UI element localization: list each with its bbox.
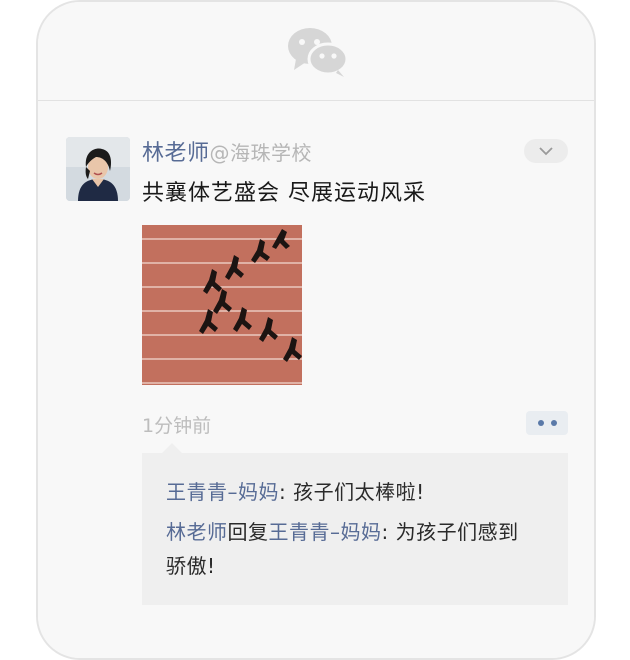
phone-frame: 林老师@海珠学校 共襄体艺盛会 尽展运动风采 1分钟前 王青青–妈妈: 孩子们太… [36,0,596,660]
wechat-icon [288,28,349,77]
author-name[interactable]: 林老师 [142,141,210,166]
reply-to-name[interactable]: 王青青–妈妈 [269,520,382,544]
more-dot-icon [537,420,544,426]
teacher-portrait-icon [66,137,130,201]
post-options-button[interactable] [524,139,568,163]
track-runners-photo [142,225,302,385]
chevron-down-icon [539,146,553,155]
comments-caret [162,443,182,453]
comment-item[interactable]: 王青青–妈妈: 孩子们太棒啦! [166,475,546,509]
comment-author[interactable]: 王青青–妈妈 [166,480,279,504]
more-dot-icon [550,420,557,426]
post-image[interactable] [142,225,302,385]
like-comment-button[interactable] [526,411,568,435]
moment-post: 林老师@海珠学校 共襄体艺盛会 尽展运动风采 1分钟前 王青青–妈妈: 孩子们太… [38,101,594,658]
comment-separator: : [381,520,396,544]
comment-author[interactable]: 林老师 [166,520,228,544]
post-time: 1分钟前 [142,415,212,437]
reply-word: 回复 [227,520,269,544]
post-author[interactable]: 林老师@海珠学校 [142,135,312,167]
comment-separator: : [279,480,294,504]
avatar[interactable] [66,137,130,201]
comment-text: 孩子们太棒啦! [293,480,425,504]
author-org: @海珠学校 [209,141,313,165]
comments-panel: 王青青–妈妈: 孩子们太棒啦! 林老师回复王青青–妈妈: 为孩子们感到骄傲! [142,443,568,605]
top-bar [38,2,594,101]
comment-item[interactable]: 林老师回复王青青–妈妈: 为孩子们感到骄傲! [166,515,538,583]
post-text: 共襄体艺盛会 尽展运动风采 [142,181,426,206]
